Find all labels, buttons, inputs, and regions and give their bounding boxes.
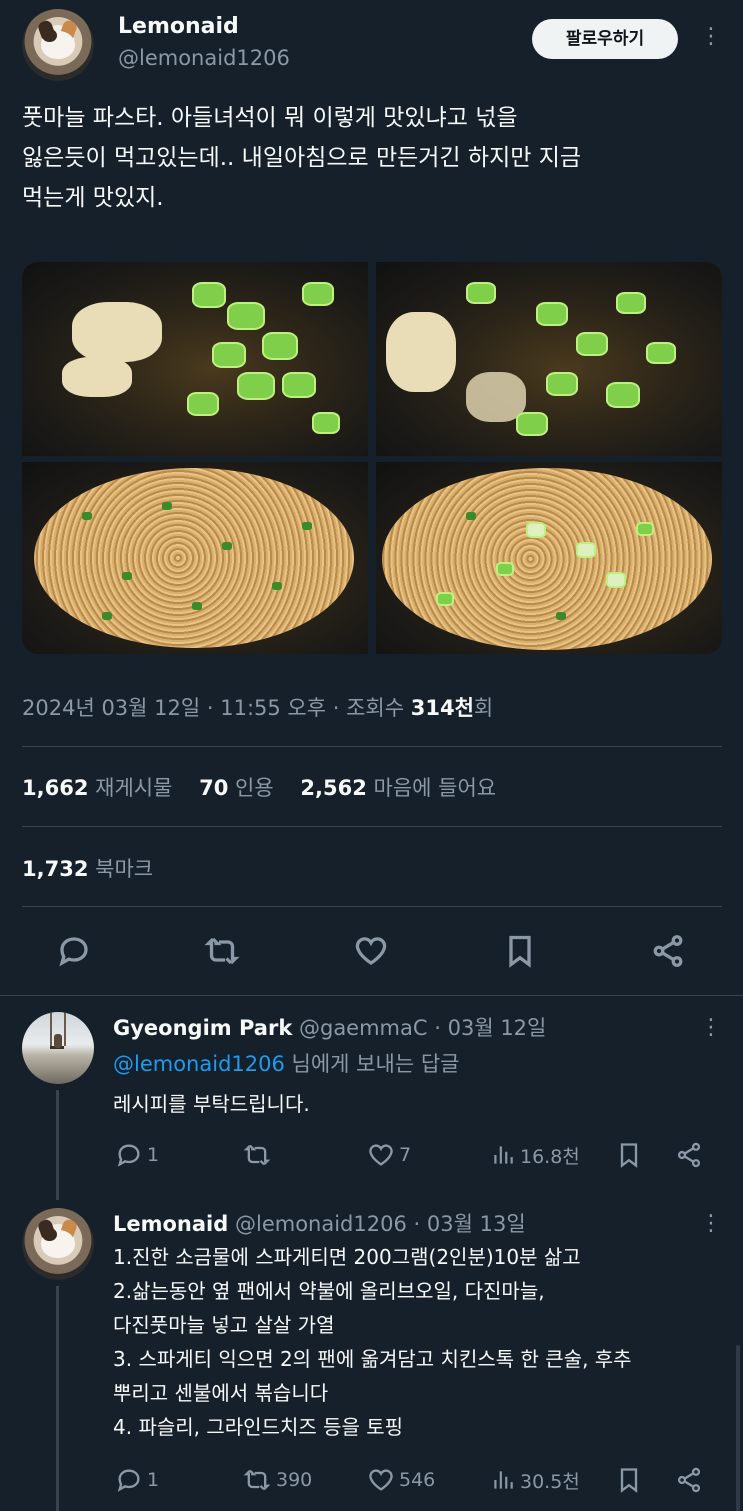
reply-2-header: Lemonaid @lemonaid1206 · 03월 13일 <box>113 1208 526 1238</box>
reply-2-views[interactable]: 30.5천 <box>490 1466 580 1494</box>
reply-1-name[interactable]: Gyeongim Park <box>113 1016 292 1040</box>
reply-1-header: Gyeongim Park @gaemmaC · 03월 12일 <box>113 1012 546 1042</box>
mention-link[interactable]: @lemonaid1206 <box>113 1052 285 1076</box>
reply-2-text-line: 다진풋마늘 넣고 살살 가열 <box>113 1313 335 1337</box>
view-suffix: 회 <box>473 696 494 720</box>
like-stat[interactable]: 2,562 마음에 들어요 <box>300 776 496 800</box>
more-icon[interactable]: ⋮ <box>700 1213 722 1235</box>
reply-1-reply-action[interactable]: 1 <box>115 1141 159 1169</box>
photo-3[interactable] <box>22 462 368 654</box>
reply-1-share[interactable] <box>675 1141 703 1173</box>
stats-row: 1,662 재게시물 70 인용 2,562 마음에 들어요 <box>22 772 496 802</box>
reply-2-handle[interactable]: @lemonaid1206 <box>235 1212 407 1236</box>
reply-2-text-line: 4. 파슬리, 그라인드치즈 등을 토핑 <box>113 1415 404 1439</box>
photo-1[interactable] <box>22 262 368 456</box>
divider <box>22 826 722 827</box>
author-name[interactable]: Lemonaid <box>118 14 239 39</box>
reply-icon <box>117 1144 140 1167</box>
retweet-icon <box>243 1469 271 1491</box>
reply-icon <box>117 1469 140 1492</box>
bookmark-icon[interactable] <box>502 933 538 969</box>
reply-2-date[interactable]: · 03월 13일 <box>414 1212 526 1236</box>
bookmark-icon <box>620 1468 638 1493</box>
tweet-text: 풋마늘 파스타. 아들녀석이 뭐 이렇게 맛있냐고 넋을 잃은듯이 먹고있는데.… <box>22 98 722 218</box>
reply-2-reply-action[interactable]: 1 <box>115 1466 159 1494</box>
reply-2-like-action[interactable]: 546 <box>367 1466 435 1494</box>
reply-1-text: 레시피를 부탁드립니다. <box>113 1092 310 1116</box>
tweet-meta: 2024년 03월 12일 · 11:55 오후 · 조회수 314천회 <box>22 692 493 722</box>
share-icon <box>677 1467 701 1493</box>
reply-icon[interactable] <box>56 933 92 969</box>
bookmark-icon <box>620 1143 638 1168</box>
share-icon[interactable] <box>650 933 686 969</box>
retweet-stat[interactable]: 1,662 재게시물 <box>22 776 172 800</box>
reply-2-text-line: 3. 스파게티 익으면 2의 팬에 옮겨담고 치킨스톡 한 큰술, 후추 <box>113 1347 632 1371</box>
reply-1-date[interactable]: · 03월 12일 <box>434 1016 546 1040</box>
reply-2-text: 1.진한 소금물에 스파게티면 200그램(2인분)10분 삶고 2.삶는동안 … <box>113 1240 723 1444</box>
reply-2-avatar[interactable] <box>22 1208 94 1280</box>
reply-1-views[interactable]: 16.8천 <box>490 1141 580 1169</box>
more-icon[interactable]: ⋮ <box>700 26 722 48</box>
thread-line <box>56 1286 59 1511</box>
divider <box>22 906 722 907</box>
reply-1-bookmark[interactable] <box>615 1141 643 1173</box>
tweet-date[interactable]: 2024년 03월 12일 · 11:55 오후 · 조회수 <box>22 696 404 720</box>
author-handle[interactable]: @lemonaid1206 <box>118 46 290 70</box>
views-icon <box>494 1146 513 1164</box>
reply-1-replying-to: @lemonaid1206 님에게 보내는 답글 <box>113 1052 460 1076</box>
reply-1-handle[interactable]: @gaemmaC <box>299 1016 428 1040</box>
view-count: 314천 <box>410 696 474 720</box>
reply-2-text-line: 2.삶는동안 옆 팬에서 약불에 올리브오일, 다진마늘, <box>113 1279 545 1303</box>
quote-stat[interactable]: 70 인용 <box>199 776 274 800</box>
tweet-text-line: 잃은듯이 먹고있는데.. 내일아침으로 만든거긴 하지만 지금 <box>22 145 582 171</box>
reply-2-bookmark[interactable] <box>615 1466 643 1498</box>
retweet-icon <box>243 1144 271 1166</box>
more-icon[interactable]: ⋮ <box>700 1017 722 1039</box>
reply-2-text-line: 뿌리고 센불에서 볶습니다 <box>113 1381 329 1405</box>
author-avatar[interactable] <box>22 9 94 81</box>
photo-grid <box>22 262 722 654</box>
views-icon <box>494 1471 513 1489</box>
tweet-text-line: 먹는게 맛있지. <box>22 185 164 211</box>
reply-2-retweet-action[interactable]: 390 <box>242 1466 312 1494</box>
scrollbar[interactable] <box>736 1345 740 1511</box>
like-icon <box>369 1144 393 1166</box>
divider <box>0 995 743 996</box>
reply-1-retweet-action[interactable] <box>242 1141 276 1169</box>
tweet-text-line: 풋마늘 파스타. 아들녀석이 뭐 이렇게 맛있냐고 넋을 <box>22 105 518 131</box>
divider <box>22 746 722 747</box>
reply-2-text-line: 1.진한 소금물에 스파게티면 200그램(2인분)10분 삶고 <box>113 1245 581 1269</box>
retweet-icon[interactable] <box>204 933 240 969</box>
like-icon <box>369 1469 393 1491</box>
reply-1-like-action[interactable]: 7 <box>367 1141 411 1169</box>
photo-4[interactable] <box>376 462 722 654</box>
reply-2-name[interactable]: Lemonaid <box>113 1212 228 1236</box>
like-icon[interactable] <box>353 933 389 969</box>
share-icon <box>677 1142 701 1168</box>
reply-2-share[interactable] <box>675 1466 703 1498</box>
reply-1-avatar[interactable] <box>22 1012 94 1084</box>
bookmark-stat[interactable]: 1,732 북마크 <box>22 853 153 883</box>
follow-button[interactable]: 팔로우하기 <box>532 19 678 59</box>
photo-2[interactable] <box>376 262 722 456</box>
thread-line <box>56 1090 59 1200</box>
